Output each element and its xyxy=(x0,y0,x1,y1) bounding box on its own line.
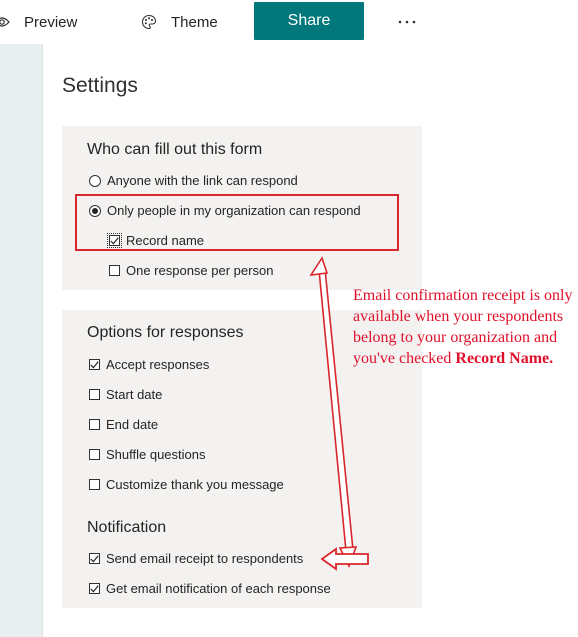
notification-heading: Notification xyxy=(87,519,167,536)
start-date-option[interactable]: Start date xyxy=(89,387,162,402)
thank-you-option[interactable]: Customize thank you message xyxy=(89,477,284,492)
thank-you-label: Customize thank you message xyxy=(106,477,284,492)
eye-icon xyxy=(0,14,10,30)
email-notify-checkbox[interactable] xyxy=(89,583,100,594)
share-button[interactable]: Share xyxy=(254,2,364,40)
start-date-label: Start date xyxy=(106,387,163,402)
shuffle-checkbox[interactable] xyxy=(89,449,100,460)
options-heading: Options for responses xyxy=(87,324,244,341)
accept-responses-checkbox[interactable] xyxy=(89,359,100,370)
email-notify-label: Get email notification of each response xyxy=(106,581,331,596)
one-response-option[interactable]: One response per person xyxy=(109,263,273,278)
annotation-note: Email confirmation receipt is only avail… xyxy=(353,285,575,369)
start-date-checkbox[interactable] xyxy=(89,389,100,400)
preview-label: Preview xyxy=(24,13,78,31)
annotation-bold-text: Record Name. xyxy=(455,350,554,367)
one-response-checkbox[interactable] xyxy=(109,265,120,276)
more-icon[interactable] xyxy=(392,0,422,44)
email-receipt-checkbox[interactable] xyxy=(89,553,100,564)
checkmark-icon xyxy=(90,360,99,368)
anyone-label: Anyone with the link can respond xyxy=(107,173,298,188)
theme-button[interactable]: Theme xyxy=(141,0,218,44)
left-rail xyxy=(0,44,43,637)
shuffle-label: Shuffle questions xyxy=(106,447,206,462)
email-receipt-label: Send email receipt to respondents xyxy=(106,551,304,566)
end-date-option[interactable]: End date xyxy=(89,417,158,432)
preview-button[interactable]: Preview xyxy=(0,0,77,44)
accept-responses-option[interactable]: Accept responses xyxy=(89,357,209,372)
end-date-checkbox[interactable] xyxy=(89,419,100,430)
toolbar: Preview Theme Share xyxy=(0,0,428,44)
who-can-fill-heading: Who can fill out this form xyxy=(87,141,263,158)
palette-icon xyxy=(141,14,157,30)
settings-title: Settings xyxy=(62,74,138,97)
email-receipt-option[interactable]: Send email receipt to respondents xyxy=(89,551,303,566)
highlight-box xyxy=(75,194,399,251)
checkmark-icon xyxy=(90,584,99,592)
one-response-label: One response per person xyxy=(126,263,274,278)
email-notify-option[interactable]: Get email notification of each response xyxy=(89,581,331,596)
checkmark-icon xyxy=(90,554,99,562)
shuffle-option[interactable]: Shuffle questions xyxy=(89,447,206,462)
end-date-label: End date xyxy=(106,417,159,432)
accept-responses-label: Accept responses xyxy=(106,357,210,372)
anyone-radio[interactable] xyxy=(89,174,101,187)
thank-you-checkbox[interactable] xyxy=(89,479,100,490)
anyone-option[interactable]: Anyone with the link can respond xyxy=(89,173,298,188)
theme-label: Theme xyxy=(171,13,218,31)
